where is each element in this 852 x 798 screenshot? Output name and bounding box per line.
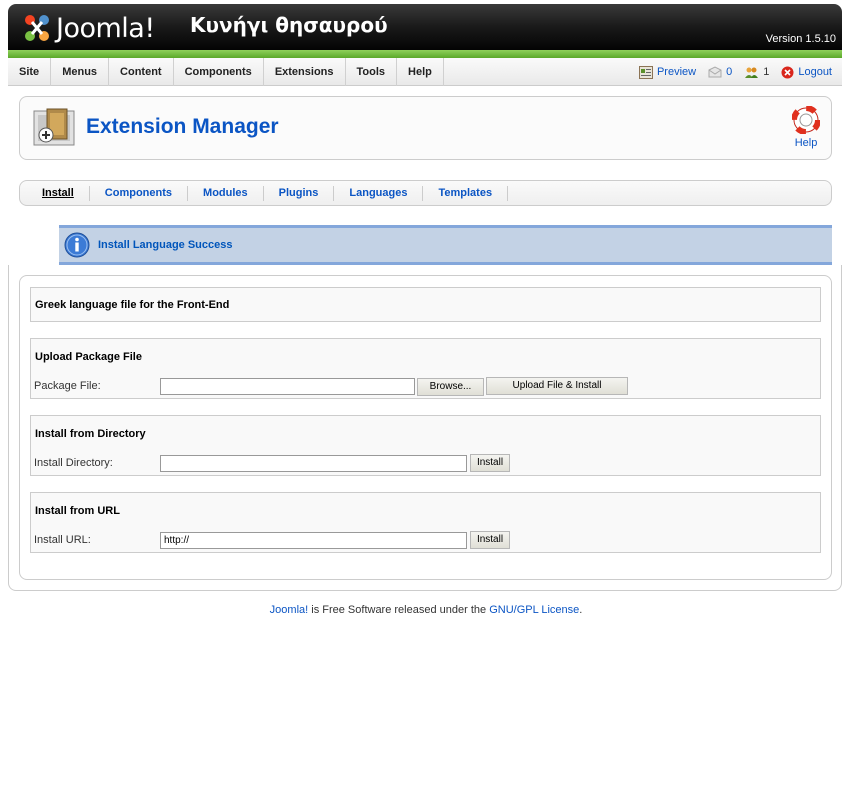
footer: Joomla! is Free Software released under … (0, 604, 852, 616)
main-menu: Site Menus Content Components Extensions… (8, 58, 444, 86)
info-icon (64, 232, 90, 258)
menu-tools[interactable]: Tools (346, 58, 398, 86)
menu-content[interactable]: Content (109, 58, 174, 86)
package-file-label: Package File: (34, 380, 101, 392)
extension-manager-icon (33, 108, 75, 146)
result-text: Greek language file for the Front-End (35, 299, 230, 311)
page-title: Extension Manager (86, 115, 279, 138)
menu-extensions[interactable]: Extensions (264, 58, 346, 86)
system-message: Install Language Success (59, 225, 832, 265)
install-directory-label: Install Directory: (34, 457, 113, 469)
site-name: Κυνήγι θησαυρού (190, 13, 388, 37)
tab-components[interactable]: Components (90, 185, 189, 201)
tab-plugins[interactable]: Plugins (264, 185, 335, 201)
tab-languages[interactable]: Languages (334, 185, 424, 201)
help-label: Help (794, 137, 818, 149)
upload-title: Upload Package File (35, 351, 142, 363)
url-title: Install from URL (35, 505, 120, 517)
install-url-button[interactable]: Install (470, 531, 510, 549)
extension-submenu: Install Components Modules Plugins Langu… (19, 180, 832, 206)
result-panel: Greek language file for the Front-End (30, 287, 821, 322)
message-text: Install Language Success (98, 239, 233, 251)
users-count[interactable]: 1 (744, 66, 769, 79)
upload-install-button[interactable]: Upload File & Install (486, 377, 628, 395)
install-directory-button[interactable]: Install (470, 454, 510, 472)
tab-modules[interactable]: Modules (188, 185, 264, 201)
directory-title: Install from Directory (35, 428, 146, 440)
messages-count-value: 0 (726, 66, 733, 78)
joomla-logo: Joomla! (22, 8, 155, 48)
users-count-value: 1 (763, 66, 770, 78)
footer-text: is Free Software released under the (308, 604, 490, 616)
logout-link[interactable]: Logout (781, 66, 832, 79)
version-label: Version 1.5.10 (765, 33, 836, 45)
browse-button[interactable]: Browse... (417, 378, 484, 396)
install-url-input[interactable] (160, 532, 467, 549)
page-toolbar: Extension Manager Help (19, 96, 832, 160)
joomla-logo-icon (25, 15, 49, 41)
install-directory-input[interactable] (160, 455, 467, 472)
help-button[interactable]: Help (791, 105, 821, 149)
upload-panel: Upload Package File Package File: Browse… (30, 338, 821, 399)
package-file-input[interactable] (160, 378, 415, 395)
gpl-license-link[interactable]: GNU/GPL License (489, 604, 579, 616)
main-menu-bar: Site Menus Content Components Extensions… (8, 58, 842, 86)
menu-site[interactable]: Site (8, 58, 52, 86)
menu-help[interactable]: Help (397, 58, 444, 86)
logout-label: Logout (798, 66, 832, 78)
preview-label: Preview (656, 66, 697, 78)
logout-icon (781, 66, 794, 78)
joomla-link[interactable]: Joomla! (270, 604, 309, 616)
status-area: Preview 0 1 Logout (638, 58, 832, 86)
green-separator (8, 50, 842, 58)
message-icon (708, 65, 722, 77)
admin-header: Joomla! Κυνήγι θησαυρού Version 1.5.10 (8, 4, 842, 54)
url-panel: Install from URL Install URL: Install (30, 492, 821, 553)
footer-end: . (579, 604, 583, 616)
joomla-brand: Joomla! (56, 12, 155, 44)
preview-link[interactable]: Preview (638, 65, 697, 79)
install-url-label: Install URL: (34, 534, 91, 546)
directory-panel: Install from Directory Install Directory… (30, 415, 821, 476)
tab-install[interactable]: Install (27, 185, 90, 201)
menu-components[interactable]: Components (174, 58, 264, 86)
users-icon (745, 67, 759, 78)
messages-count[interactable]: 0 (708, 65, 733, 79)
preview-icon (638, 65, 653, 79)
tab-templates[interactable]: Templates (423, 185, 509, 201)
menu-menus[interactable]: Menus (51, 58, 110, 86)
lifebuoy-icon (791, 105, 821, 135)
